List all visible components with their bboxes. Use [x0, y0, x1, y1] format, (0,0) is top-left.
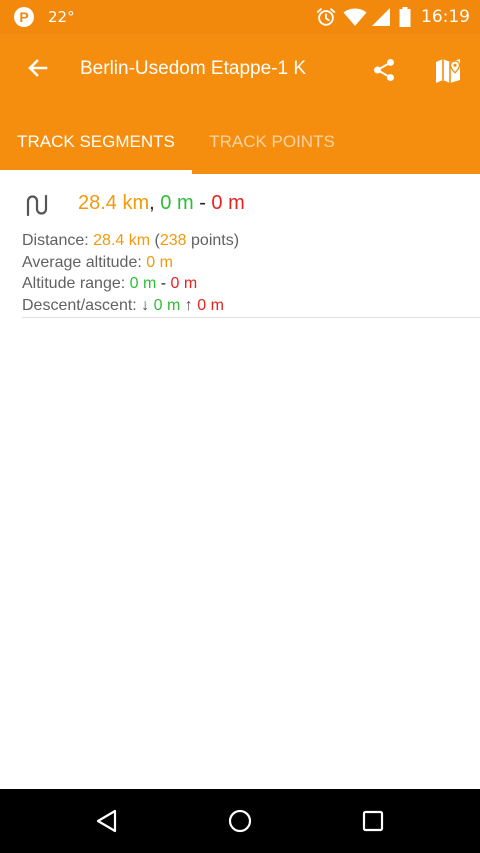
altitude-range-dash: -: [160, 275, 167, 292]
altitude-range-label: Altitude range:: [22, 275, 126, 292]
descent-arrow-icon: ↓: [141, 296, 150, 314]
points-word: points): [191, 232, 240, 249]
map-button[interactable]: [430, 52, 466, 88]
distance-value: 28.4 km: [93, 232, 151, 249]
tab-track-segments[interactable]: TRACK SEGMENTS: [0, 110, 192, 174]
status-bar: P 22° 16:19: [0, 0, 480, 34]
back-arrow-icon: [28, 59, 48, 77]
system-nav-bar: [0, 789, 480, 853]
segment-summary: 28.4 km, 0 m - 0 m: [78, 192, 245, 215]
status-left: P 22°: [14, 7, 75, 27]
nav-home-button[interactable]: [220, 801, 260, 841]
list-divider: [22, 317, 480, 318]
temperature-text: 22°: [48, 8, 75, 26]
segment-separator-dash: -: [199, 192, 206, 214]
segment-distance: 28.4 km: [78, 192, 150, 214]
nav-recents-icon: [362, 810, 384, 832]
app-bar: Berlin-Usedom Etappe-1 K: [0, 34, 480, 110]
segment-separator-comma: ,: [149, 192, 155, 214]
wifi-icon: [343, 8, 367, 26]
distance-label: Distance:: [22, 232, 89, 249]
battery-icon: [399, 7, 411, 27]
pinterest-icon: P: [14, 7, 34, 27]
track-route-icon: [26, 194, 48, 217]
altitude-range-max: 0 m: [170, 275, 198, 292]
map-pin-icon: [436, 59, 461, 83]
average-altitude-value: 0 m: [146, 253, 173, 271]
segment-max-altitude: 0 m: [211, 192, 245, 214]
descent-ascent-label: Descent/ascent:: [22, 296, 137, 314]
tab-bar: TRACK SEGMENTS TRACK POINTS: [0, 110, 480, 174]
back-button[interactable]: [18, 48, 58, 88]
status-right: 16:19: [315, 6, 470, 28]
ascent-arrow-icon: ↑: [184, 296, 193, 314]
average-altitude-row: Average altitude: 0 m: [22, 252, 239, 274]
alarm-icon: [316, 8, 336, 26]
clock-text: 16:19: [421, 7, 470, 27]
share-icon: [374, 58, 394, 82]
average-altitude-label: Average altitude:: [22, 253, 142, 271]
segment-min-altitude: 0 m: [160, 192, 194, 214]
distance-row: Distance: 28.4 km (238 points): [22, 230, 239, 252]
altitude-range-min: 0 m: [129, 275, 157, 292]
tab-track-points[interactable]: TRACK POINTS: [192, 110, 352, 174]
track-segment-item[interactable]: 28.4 km, 0 m - 0 m Distance: 28.4 km (23…: [0, 174, 480, 318]
altitude-range-row: Altitude range: 0 m - 0 m: [22, 273, 239, 295]
nav-back-button[interactable]: [87, 801, 127, 841]
ascent-value: 0 m: [197, 296, 224, 314]
points-count: 238: [159, 232, 187, 249]
share-button[interactable]: [366, 52, 402, 88]
nav-home-icon: [228, 809, 252, 833]
cell-signal-icon: [372, 8, 390, 26]
descent-ascent-row: Descent/ascent: ↓ 0 m ↑ 0 m: [22, 295, 239, 317]
descent-value: 0 m: [153, 296, 181, 314]
nav-back-icon: [96, 809, 117, 833]
page-title: Berlin-Usedom Etappe-1 K: [80, 58, 306, 79]
nav-recents-button[interactable]: [353, 801, 393, 841]
segment-details: Distance: 28.4 km (238 points) Average a…: [22, 230, 239, 316]
